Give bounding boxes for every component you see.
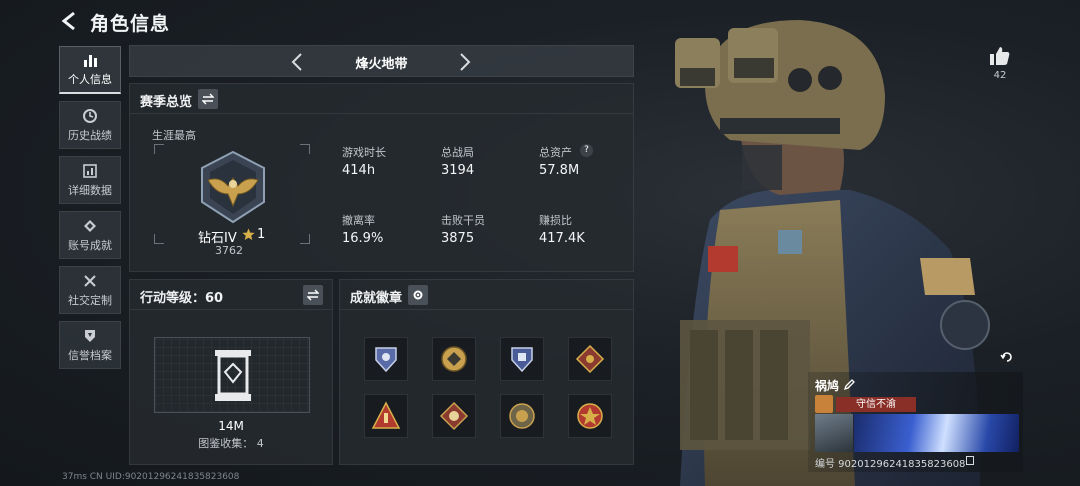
sidebar-item-label: 信誉档案 [68, 348, 112, 362]
swap-icon [307, 289, 319, 301]
stat-label: 赚损比 [539, 214, 572, 227]
stat-value: 414h [342, 163, 376, 178]
badge-slot[interactable] [364, 394, 408, 438]
shield-icon [85, 329, 95, 342]
rank-stars: 1 [257, 227, 266, 242]
season-title: 赛季总览 [140, 95, 193, 110]
medal-icon [84, 219, 96, 232]
sidebar-item-detail-data[interactable]: 详细数据 [59, 156, 121, 204]
stat-label: 撤离率 [342, 214, 375, 227]
copy-icon[interactable] [966, 456, 974, 465]
gear-icon [413, 290, 423, 300]
collection-count: 图鉴收集： 4 [198, 437, 264, 450]
collection-value: 14M [218, 419, 244, 433]
season-overview-panel: 赛季总览 生涯最高 钻石IV 1 3762 游戏时长 414h 总战局 3194… [129, 83, 634, 272]
thumbs-up-icon[interactable] [988, 44, 1012, 68]
chart-icon [83, 163, 97, 178]
display-case-icon [215, 350, 251, 401]
panel-header: 成就徽章 [340, 280, 633, 310]
player-banner [854, 414, 1019, 452]
collection-frame [154, 337, 310, 413]
stat-label: 击败干员 [441, 214, 485, 227]
mode-selector: 烽火地带 [129, 45, 634, 77]
sidebar-item-label: 详细数据 [68, 183, 112, 197]
sidebar-item-achievements[interactable]: 账号成就 [59, 211, 121, 259]
refresh-icon[interactable] [997, 347, 1017, 367]
page-title: 角色信息 [90, 13, 171, 35]
badge-icon [509, 403, 535, 429]
stat-label: 总战局 [441, 146, 474, 159]
sidebar-item-social[interactable]: 社交定制 [59, 266, 121, 314]
stat-label: 游戏时长 [342, 146, 386, 159]
badge-slot[interactable] [364, 337, 408, 381]
stat-value: 3875 [441, 231, 475, 246]
badge-slot[interactable] [500, 394, 544, 438]
badge-slot[interactable] [432, 394, 476, 438]
player-name: 祸鸠 [815, 379, 840, 393]
badge-slot[interactable] [568, 394, 612, 438]
frame-corner [300, 234, 310, 244]
status-bar: 37ms CN UID:902012962418358236​08 [62, 472, 240, 482]
stat-value: 16.9% [342, 231, 384, 246]
badge-slot[interactable] [568, 337, 612, 381]
like-count: 42 [993, 70, 1007, 81]
help-icon[interactable]: ? [580, 144, 593, 157]
swap-icon [202, 93, 214, 105]
edit-icon[interactable] [843, 378, 856, 391]
frame-corner [300, 144, 310, 154]
badge-icon [441, 346, 467, 372]
badge-icon [371, 401, 401, 429]
back-arrow-icon[interactable] [58, 10, 80, 32]
badge-icon [511, 347, 533, 373]
swap-button[interactable] [198, 89, 218, 109]
frame-corner [154, 234, 164, 244]
badge-icon [575, 344, 605, 374]
player-avatar [815, 414, 853, 452]
stat-value: 57.8M [539, 163, 580, 178]
badge-slot[interactable] [432, 337, 476, 381]
career-label: 生涯最高 [152, 129, 196, 142]
sidebar-item-personal-info[interactable]: 个人信息 [59, 46, 121, 94]
sidebar-item-history[interactable]: 历史战绩 [59, 101, 121, 149]
stat-label: 总资产 [539, 146, 572, 159]
badge-icon [577, 403, 603, 429]
panel-header: 赛季总览 [130, 84, 633, 114]
badge-icon [439, 401, 469, 431]
achievement-panel: 成就徽章 [339, 279, 634, 465]
player-rank-tag: 守信不渝 [836, 397, 916, 412]
tools-icon [84, 274, 96, 287]
sidebar-item-label: 账号成就 [68, 238, 112, 252]
sidebar-item-label: 个人信息 [68, 73, 112, 86]
achievement-title: 成就徽章 [350, 291, 403, 306]
action-level-panel: 行动等级：60 14M 图鉴收集： 4 [129, 279, 333, 465]
settings-button[interactable] [408, 285, 428, 305]
rank-badge-icon [815, 395, 833, 413]
stat-value: 417.4K [539, 231, 585, 246]
frame-corner [154, 144, 164, 154]
star-icon [242, 228, 255, 240]
clock-icon [83, 108, 97, 123]
action-level-title: 行动等级：60 [140, 291, 224, 306]
badge-slot[interactable] [500, 337, 544, 381]
panel-header: 行动等级：60 [130, 280, 332, 310]
stat-value: 3194 [441, 163, 475, 178]
chevron-right-icon[interactable] [458, 52, 472, 72]
sidebar-item-label: 历史战绩 [68, 128, 112, 142]
mode-name: 烽火地带 [355, 57, 408, 72]
player-id: 编号 902012962418358236​08 [815, 459, 966, 470]
bar-chart-icon [84, 55, 97, 67]
swap-button[interactable] [303, 285, 323, 305]
rank-emblem-icon [201, 150, 265, 224]
sidebar-item-credit[interactable]: 信誉档案 [59, 321, 121, 369]
sidebar-item-label: 社交定制 [68, 293, 112, 307]
rank-score: 3762 [215, 244, 243, 257]
badge-icon [375, 347, 397, 373]
